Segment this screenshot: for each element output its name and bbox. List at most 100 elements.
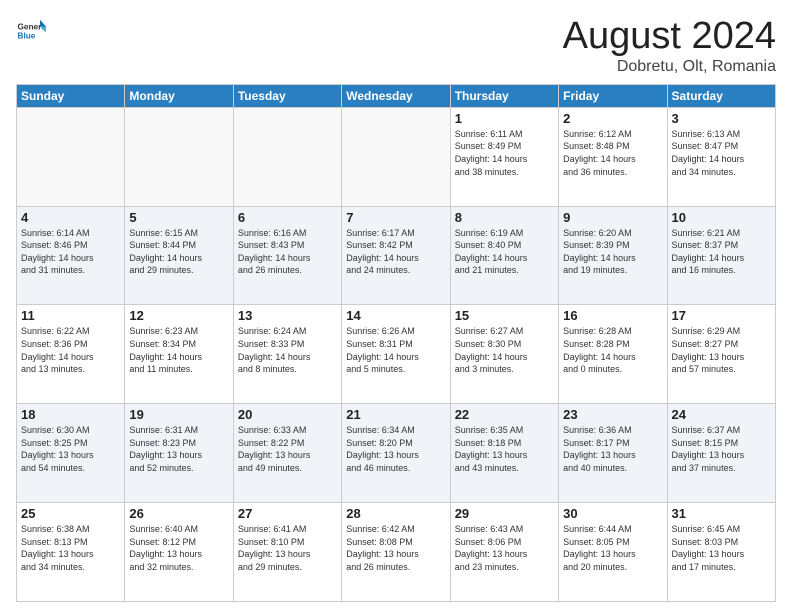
day-number: 22	[455, 407, 554, 422]
week-row-4: 18 Sunrise: 6:30 AM Sunset: 8:25 PM Dayli…	[17, 404, 776, 503]
day-number: 16	[563, 308, 662, 323]
day-number: 15	[455, 308, 554, 323]
calendar-cell: 8 Sunrise: 6:19 AM Sunset: 8:40 PM Daylig…	[450, 206, 558, 305]
day-number: 11	[21, 308, 120, 323]
calendar-cell: 27Sunrise: 6:41 AM Sunset: 8:10 PM Dayli…	[233, 503, 341, 602]
week-row-1: 1 Sunrise: 6:11 AM Sunset: 8:49 PM Daylig…	[17, 107, 776, 206]
calendar-cell: 26 Sunrise: 6:40 AM Sunset: 8:12 PM Dayli…	[125, 503, 233, 602]
week-row-5: 25 Sunrise: 6:38 AM Sunset: 8:13 PM Dayli…	[17, 503, 776, 602]
calendar-cell: 24Sunrise: 6:37 AM Sunset: 8:15 PM Dayli…	[667, 404, 775, 503]
day-info: Sunrise: 6:38 AM Sunset: 8:13 PM Dayligh…	[21, 523, 120, 573]
calendar-cell: 12 Sunrise: 6:23 AM Sunset: 8:34 PM Dayli…	[125, 305, 233, 404]
svg-text:Blue: Blue	[18, 32, 36, 41]
calendar-cell: 1 Sunrise: 6:11 AM Sunset: 8:49 PM Daylig…	[450, 107, 558, 206]
day-info: Sunrise: 6:26 AM Sunset: 8:31 PM Dayligh…	[346, 325, 445, 375]
day-info: Sunrise: 6:33 AM Sunset: 8:22 PM Dayligh…	[238, 424, 337, 474]
header-sunday: Sunday	[17, 84, 125, 107]
day-number: 23	[563, 407, 662, 422]
day-number: 13	[238, 308, 337, 323]
day-info: Sunrise: 6:24 AM Sunset: 8:33 PM Dayligh…	[238, 325, 337, 375]
calendar-cell: 2Sunrise: 6:12 AM Sunset: 8:48 PM Daylig…	[559, 107, 667, 206]
calendar-cell: 15 Sunrise: 6:27 AM Sunset: 8:30 PM Dayli…	[450, 305, 558, 404]
day-number: 17	[672, 308, 771, 323]
calendar-cell: 29 Sunrise: 6:43 AM Sunset: 8:06 PM Dayli…	[450, 503, 558, 602]
calendar-cell	[342, 107, 450, 206]
day-info: Sunrise: 6:13 AM Sunset: 8:47 PM Dayligh…	[672, 128, 771, 178]
day-number: 25	[21, 506, 120, 521]
location: Dobretu, Olt, Romania	[563, 58, 776, 76]
month-title: August 2024	[563, 16, 776, 58]
day-number: 8	[455, 210, 554, 225]
title-block: August 2024 Dobretu, Olt, Romania	[563, 16, 776, 76]
day-info: Sunrise: 6:42 AM Sunset: 8:08 PM Dayligh…	[346, 523, 445, 573]
calendar-cell: 28Sunrise: 6:42 AM Sunset: 8:08 PM Dayli…	[342, 503, 450, 602]
day-info: Sunrise: 6:14 AM Sunset: 8:46 PM Dayligh…	[21, 227, 120, 277]
day-info: Sunrise: 6:23 AM Sunset: 8:34 PM Dayligh…	[129, 325, 228, 375]
day-number: 19	[129, 407, 228, 422]
day-info: Sunrise: 6:19 AM Sunset: 8:40 PM Dayligh…	[455, 227, 554, 277]
day-number: 12	[129, 308, 228, 323]
day-number: 20	[238, 407, 337, 422]
day-info: Sunrise: 6:35 AM Sunset: 8:18 PM Dayligh…	[455, 424, 554, 474]
day-number: 1	[455, 111, 554, 126]
day-info: Sunrise: 6:30 AM Sunset: 8:25 PM Dayligh…	[21, 424, 120, 474]
calendar-cell: 11 Sunrise: 6:22 AM Sunset: 8:36 PM Dayli…	[17, 305, 125, 404]
day-info: Sunrise: 6:12 AM Sunset: 8:48 PM Dayligh…	[563, 128, 662, 178]
calendar-cell: 23Sunrise: 6:36 AM Sunset: 8:17 PM Dayli…	[559, 404, 667, 503]
header-thursday: Thursday	[450, 84, 558, 107]
day-number: 5	[129, 210, 228, 225]
day-info: Sunrise: 6:11 AM Sunset: 8:49 PM Dayligh…	[455, 128, 554, 178]
calendar-cell: 21Sunrise: 6:34 AM Sunset: 8:20 PM Dayli…	[342, 404, 450, 503]
day-info: Sunrise: 6:34 AM Sunset: 8:20 PM Dayligh…	[346, 424, 445, 474]
header-friday: Friday	[559, 84, 667, 107]
calendar-table: Sunday Monday Tuesday Wednesday Thursday…	[16, 84, 776, 602]
header-tuesday: Tuesday	[233, 84, 341, 107]
calendar-cell: 14 Sunrise: 6:26 AM Sunset: 8:31 PM Dayli…	[342, 305, 450, 404]
calendar-page: General Blue August 2024 Dobretu, Olt, R…	[0, 0, 792, 612]
calendar-cell: 5 Sunrise: 6:15 AM Sunset: 8:44 PM Daylig…	[125, 206, 233, 305]
day-info: Sunrise: 6:45 AM Sunset: 8:03 PM Dayligh…	[672, 523, 771, 573]
calendar-cell	[17, 107, 125, 206]
day-info: Sunrise: 6:31 AM Sunset: 8:23 PM Dayligh…	[129, 424, 228, 474]
calendar-cell: 3 Sunrise: 6:13 AM Sunset: 8:47 PM Daylig…	[667, 107, 775, 206]
header-saturday: Saturday	[667, 84, 775, 107]
calendar-cell: 6Sunrise: 6:16 AM Sunset: 8:43 PM Daylig…	[233, 206, 341, 305]
day-info: Sunrise: 6:28 AM Sunset: 8:28 PM Dayligh…	[563, 325, 662, 375]
calendar-cell: 19 Sunrise: 6:31 AM Sunset: 8:23 PM Dayli…	[125, 404, 233, 503]
calendar-cell: 17 Sunrise: 6:29 AM Sunset: 8:27 PM Dayli…	[667, 305, 775, 404]
day-number: 7	[346, 210, 445, 225]
calendar-cell: 18 Sunrise: 6:30 AM Sunset: 8:25 PM Dayli…	[17, 404, 125, 503]
calendar-cell: 30Sunrise: 6:44 AM Sunset: 8:05 PM Dayli…	[559, 503, 667, 602]
day-number: 26	[129, 506, 228, 521]
day-info: Sunrise: 6:27 AM Sunset: 8:30 PM Dayligh…	[455, 325, 554, 375]
day-number: 9	[563, 210, 662, 225]
weekday-header-row: Sunday Monday Tuesday Wednesday Thursday…	[17, 84, 776, 107]
day-info: Sunrise: 6:44 AM Sunset: 8:05 PM Dayligh…	[563, 523, 662, 573]
calendar-cell: 22 Sunrise: 6:35 AM Sunset: 8:18 PM Dayli…	[450, 404, 558, 503]
day-number: 3	[672, 111, 771, 126]
header-monday: Monday	[125, 84, 233, 107]
day-info: Sunrise: 6:20 AM Sunset: 8:39 PM Dayligh…	[563, 227, 662, 277]
calendar-cell: 16 Sunrise: 6:28 AM Sunset: 8:28 PM Dayli…	[559, 305, 667, 404]
calendar-cell	[233, 107, 341, 206]
day-info: Sunrise: 6:40 AM Sunset: 8:12 PM Dayligh…	[129, 523, 228, 573]
day-number: 31	[672, 506, 771, 521]
day-info: Sunrise: 6:43 AM Sunset: 8:06 PM Dayligh…	[455, 523, 554, 573]
day-info: Sunrise: 6:15 AM Sunset: 8:44 PM Dayligh…	[129, 227, 228, 277]
day-number: 14	[346, 308, 445, 323]
day-number: 10	[672, 210, 771, 225]
logo-icon: General Blue	[16, 16, 46, 46]
day-number: 24	[672, 407, 771, 422]
calendar-cell: 9 Sunrise: 6:20 AM Sunset: 8:39 PM Daylig…	[559, 206, 667, 305]
day-number: 18	[21, 407, 120, 422]
day-info: Sunrise: 6:29 AM Sunset: 8:27 PM Dayligh…	[672, 325, 771, 375]
calendar-cell: 25 Sunrise: 6:38 AM Sunset: 8:13 PM Dayli…	[17, 503, 125, 602]
day-info: Sunrise: 6:22 AM Sunset: 8:36 PM Dayligh…	[21, 325, 120, 375]
calendar-cell: 13 Sunrise: 6:24 AM Sunset: 8:33 PM Dayli…	[233, 305, 341, 404]
calendar-cell: 20 Sunrise: 6:33 AM Sunset: 8:22 PM Dayli…	[233, 404, 341, 503]
header-wednesday: Wednesday	[342, 84, 450, 107]
day-number: 27	[238, 506, 337, 521]
calendar-cell: 31 Sunrise: 6:45 AM Sunset: 8:03 PM Dayli…	[667, 503, 775, 602]
day-number: 6	[238, 210, 337, 225]
day-number: 29	[455, 506, 554, 521]
